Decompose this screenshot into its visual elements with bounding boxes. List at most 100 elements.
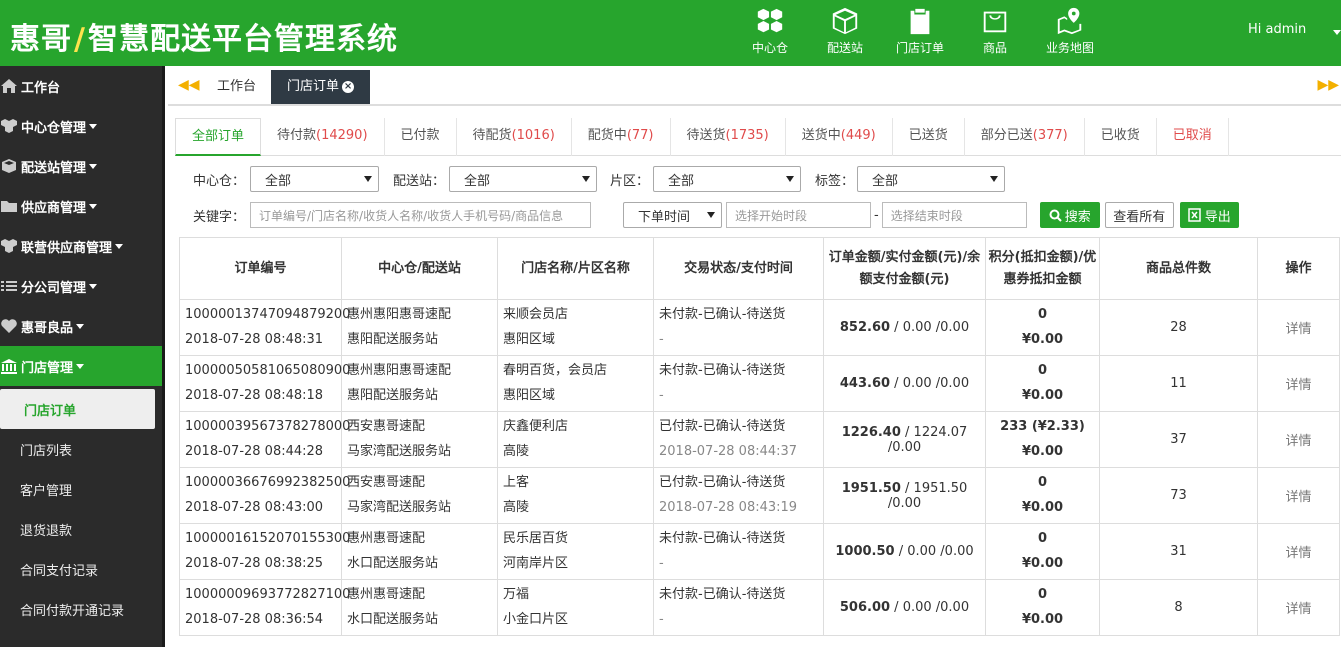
caret-down-icon (89, 283, 98, 289)
nav-products[interactable]: 商品 (960, 0, 1030, 66)
start-time-input[interactable]: 选择开始时段 (726, 202, 871, 228)
detail-link[interactable]: 详情 (1285, 378, 1311, 393)
detail-link[interactable]: 详情 (1285, 602, 1311, 617)
col-amount: 订单金额/实付金额(元)/余额支付金额(元) (823, 237, 986, 300)
double-right-arrow-icon[interactable]: ▶▶ (1317, 77, 1339, 93)
nav-center-warehouse[interactable]: 中心仓 (730, 0, 810, 66)
nav-delivery-station[interactable]: 配送站 (810, 0, 880, 66)
sidebar-sub-store-orders[interactable]: 门店订单 (0, 389, 155, 429)
station-select[interactable]: 全部 (449, 166, 597, 192)
area-select[interactable]: 全部 (653, 166, 801, 192)
range-dash: - (874, 207, 879, 223)
status-cell: 已付款-已确认-待送货 2018-07-28 08:44:37 (653, 411, 824, 468)
app-logo[interactable]: 惠哥/智慧配送平台管理系统 (10, 14, 398, 58)
keyword-input[interactable]: 订单编号/门店名称/收货人名称/收货人手机号码/商品信息 (250, 202, 591, 228)
detail-link[interactable]: 详情 (1285, 434, 1311, 449)
points-cell: 0 ¥0.00 (985, 299, 1100, 356)
center-station-cell: 惠州惠阳惠哥速配 惠阳配送服务站 (341, 355, 498, 412)
filter-row-search: 关键字： 订单编号/门店名称/收货人名称/收货人手机号码/商品信息 下单时间 选… (175, 202, 1239, 228)
store-area-cell: 上客 高陵 (497, 467, 654, 524)
points-cell: 0 ¥0.00 (985, 355, 1100, 412)
nav-store-orders[interactable]: 门店订单 (880, 0, 960, 66)
store-area-cell: 万福 小金口片区 (497, 579, 654, 636)
sidebar-item-workbench[interactable]: 工作台 (0, 66, 162, 106)
center-station-cell: 惠州惠哥速配 水口配送服务站 (341, 579, 498, 636)
status-tab-to-pick[interactable]: 待配货(1016) (457, 118, 572, 156)
cubes-icon (0, 118, 20, 134)
status-tab-picking[interactable]: 配货中(77) (572, 118, 671, 156)
dropdown-arrow-icon (582, 176, 590, 182)
center-select[interactable]: 全部 (250, 166, 379, 192)
action-cell: 详情 (1257, 467, 1340, 524)
order-no-cell: 10000036676992382500 2018-07-28 08:43:00 (179, 467, 350, 524)
dropdown-arrow-icon (990, 176, 998, 182)
tag-label: 标签： (815, 173, 855, 189)
points-cell: 0 ¥0.00 (985, 467, 1100, 524)
sidebar-item-center-warehouse[interactable]: 中心仓管理 (0, 106, 162, 146)
action-cell: 详情 (1257, 355, 1340, 412)
sidebar-item-branch[interactable]: 分公司管理 (0, 266, 162, 306)
close-icon[interactable]: × (342, 80, 355, 93)
sidebar-item-joint-supplier[interactable]: 联营供应商管理 (0, 226, 162, 266)
points-cell: 0 ¥0.00 (985, 579, 1100, 636)
sidebar-sub-customer[interactable]: 客户管理 (0, 469, 162, 509)
action-cell: 详情 (1257, 299, 1340, 356)
list-icon (0, 278, 20, 294)
status-tab-unpaid[interactable]: 待付款(14290) (261, 118, 385, 156)
order-no-cell: 10000009693772827100 2018-07-28 08:36:54 (179, 579, 350, 636)
action-cell: 详情 (1257, 523, 1340, 580)
sidebar-item-store-management[interactable]: 门店管理 (0, 346, 162, 386)
sidebar-sub-contract-open[interactable]: 合同付款开通记录 (0, 589, 162, 629)
double-left-arrow-icon[interactable]: ◀◀ (178, 77, 200, 93)
col-quantity: 商品总件数 (1099, 237, 1258, 300)
view-all-button[interactable]: 查看所有 (1104, 202, 1174, 228)
status-tab-paid[interactable]: 已付款 (385, 118, 457, 156)
detail-link[interactable]: 详情 (1285, 546, 1311, 561)
status-tab-cancelled[interactable]: 已取消 (1157, 118, 1229, 156)
sidebar-item-delivery-station[interactable]: 配送站管理 (0, 146, 162, 186)
sidebar-item-goods[interactable]: 惠哥良品 (0, 306, 162, 346)
status-tab-partial[interactable]: 部分已送(377) (965, 118, 1085, 156)
search-button[interactable]: 搜索 (1039, 202, 1100, 228)
col-order-no: 订单编号 (179, 237, 342, 300)
page-tabbar: ◀◀ 工作台 门店订单 × ▶▶ (168, 66, 1341, 106)
tab-workbench[interactable]: 工作台 (201, 70, 272, 104)
status-tab-all[interactable]: 全部订单 (175, 118, 262, 156)
action-cell: 详情 (1257, 579, 1340, 636)
export-button[interactable]: 导出 (1179, 202, 1239, 228)
status-tab-delivering[interactable]: 送货中(449) (786, 118, 893, 156)
quantity-cell: 11 (1099, 355, 1258, 412)
status-tab-received[interactable]: 已收货 (1085, 118, 1157, 156)
filter-row-selects: 中心仓： 全部 配送站： 全部 片区： 全部 标签： 全部 (175, 166, 1005, 192)
shopping-bag-icon (983, 11, 1007, 33)
sidebar-sub-store-list[interactable]: 门店列表 (0, 429, 162, 469)
status-tab-to-deliver[interactable]: 待送货(1735) (671, 118, 786, 156)
status-tab-delivered[interactable]: 已送货 (893, 118, 965, 156)
tab-store-orders[interactable]: 门店订单 × (271, 70, 371, 104)
quantity-cell: 8 (1099, 579, 1258, 636)
points-cell: 233 (¥2.33) ¥0.00 (985, 411, 1100, 468)
end-time-input[interactable]: 选择结束时段 (881, 202, 1027, 228)
area-label: 片区： (610, 173, 650, 189)
order-no-cell: 10000016152070155300 2018-07-28 08:38:25 (179, 523, 350, 580)
table-row: 10000036676992382500 2018-07-28 08:43:00 … (179, 467, 1340, 524)
table-row: 10000013747094879200 2018-07-28 08:48:31 … (179, 299, 1340, 356)
table-row: 10000016152070155300 2018-07-28 08:38:25 … (179, 523, 1340, 580)
nav-business-map[interactable]: 业务地图 (1030, 0, 1110, 66)
sidebar-item-supplier[interactable]: 供应商管理 (0, 186, 162, 226)
center-station-cell: 惠州惠哥速配 水口配送服务站 (341, 523, 498, 580)
status-cell: 未付款-已确认-待送货 - (653, 579, 824, 636)
amount-cell: 443.60 / 0.00 /0.00 (823, 355, 986, 412)
sidebar-sub-contract-payment[interactable]: 合同支付记录 (0, 549, 162, 589)
cube-icon (832, 7, 858, 35)
bank-icon (0, 358, 20, 374)
center-label: 中心仓： (193, 173, 246, 189)
detail-link[interactable]: 详情 (1285, 322, 1311, 337)
sidebar-sub-refund[interactable]: 退货退款 (0, 509, 162, 549)
tag-select[interactable]: 全部 (857, 166, 1005, 192)
time-type-select[interactable]: 下单时间 (623, 202, 722, 228)
chevron-down-icon[interactable] (1333, 30, 1341, 35)
detail-link[interactable]: 详情 (1285, 490, 1311, 505)
user-menu[interactable]: Hi admin (1248, 22, 1306, 37)
caret-down-icon (76, 323, 85, 329)
